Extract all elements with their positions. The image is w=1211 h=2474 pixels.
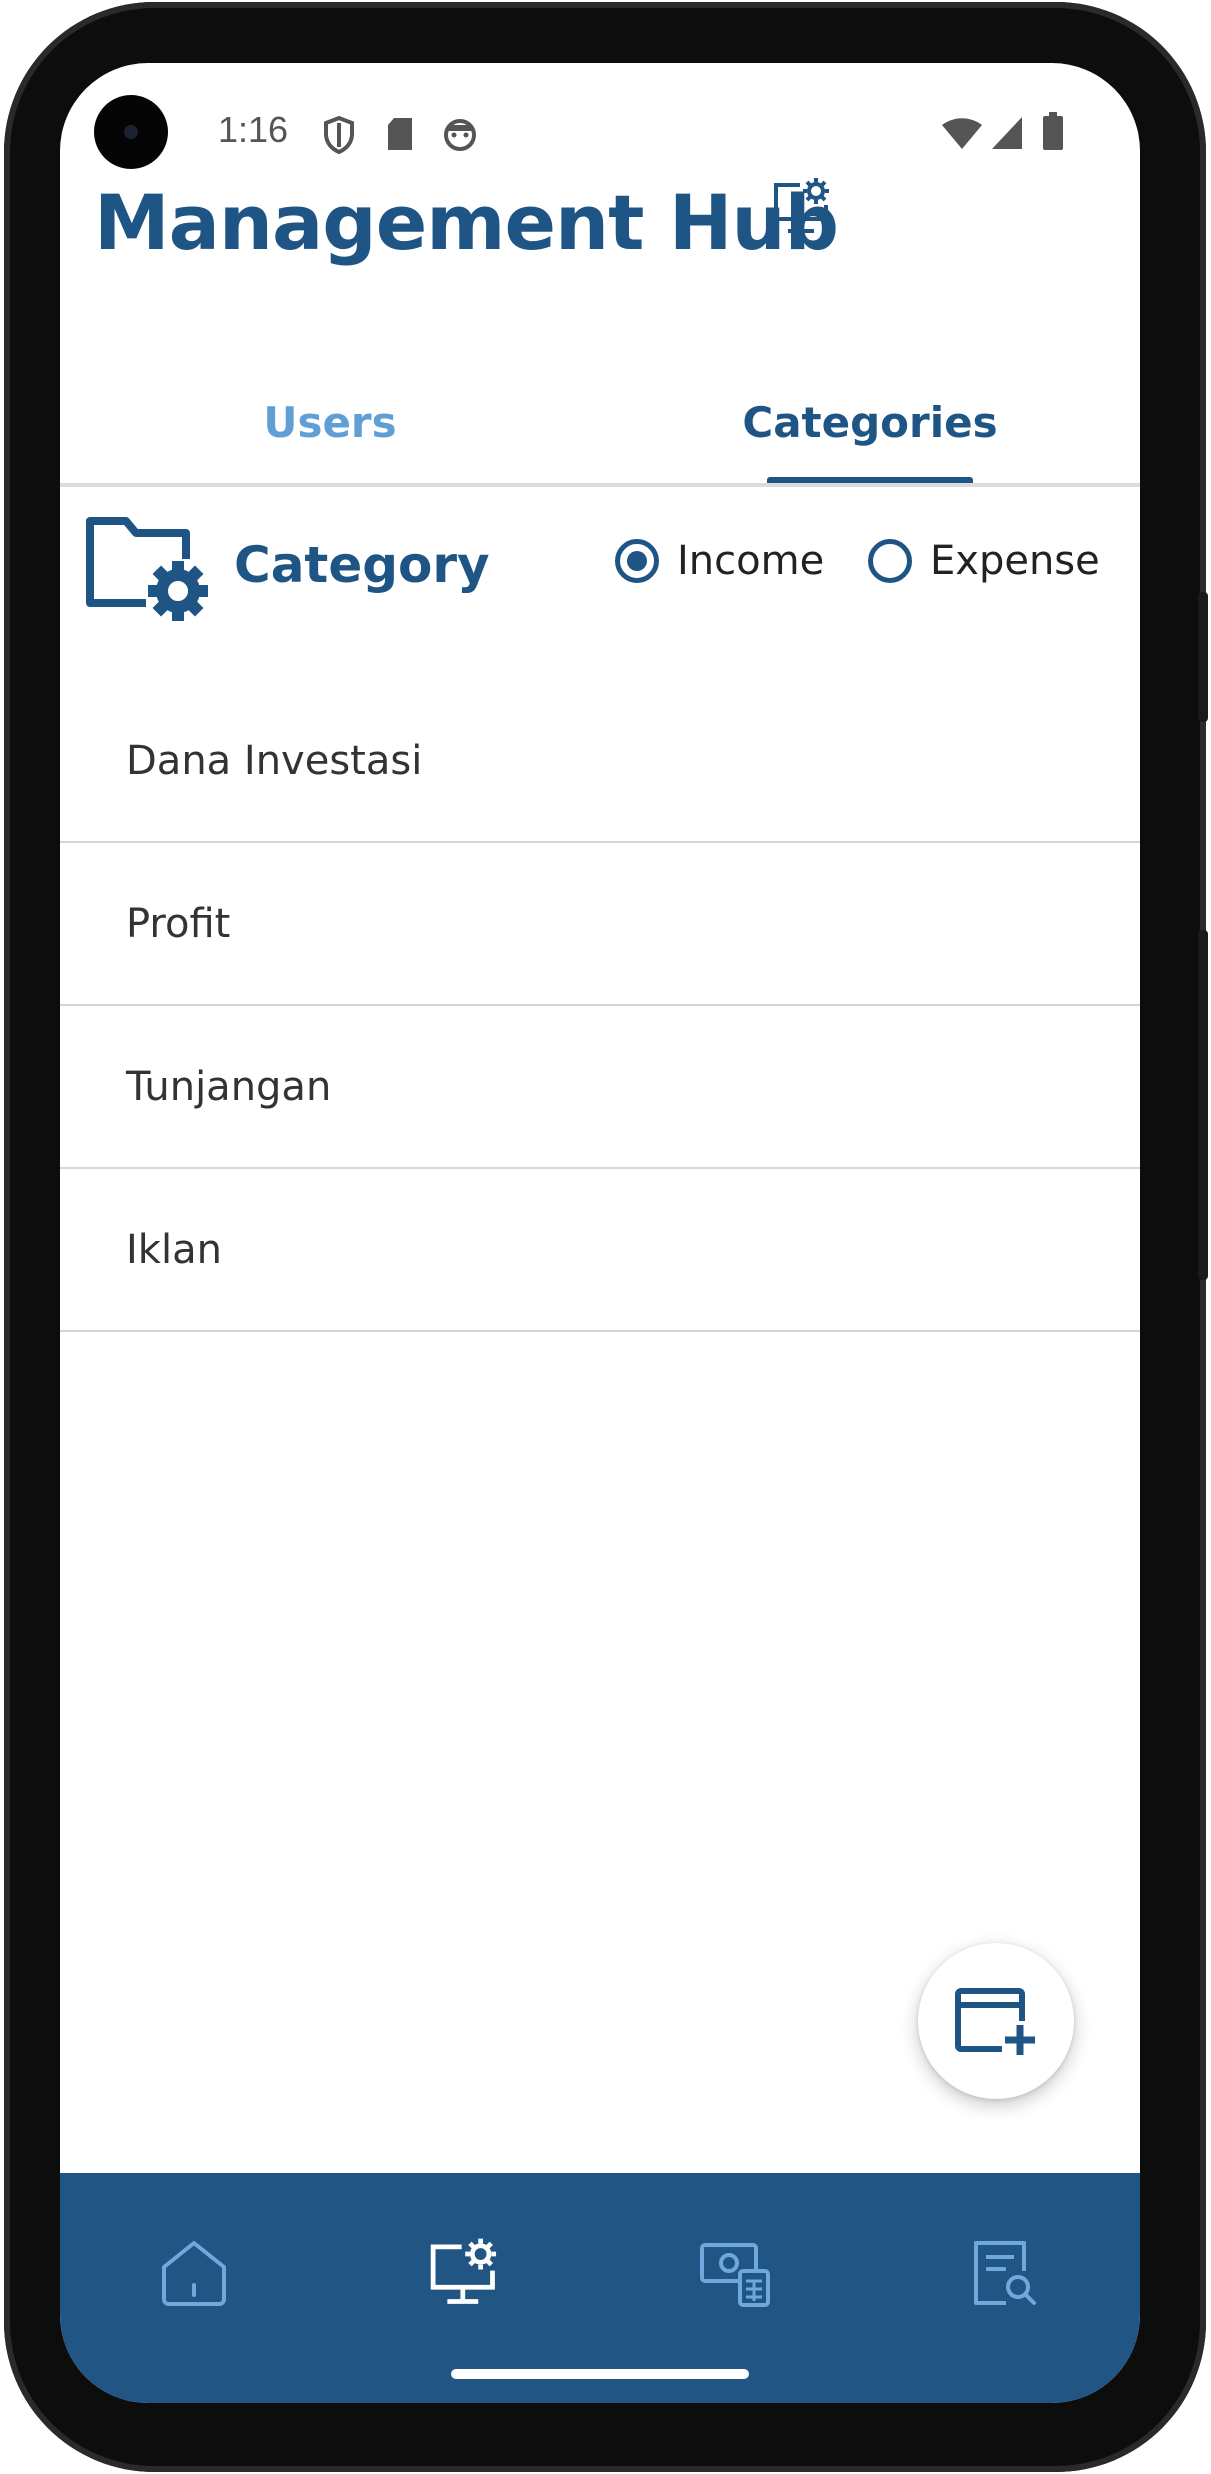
list-item[interactable]: Dana Investasi (60, 680, 1140, 843)
radio-expense-label: Expense (930, 538, 1100, 584)
tab-bar: Users Categories (60, 363, 1140, 487)
battery-icon (1043, 112, 1063, 150)
home-icon (162, 2241, 226, 2306)
status-time: 1:16 (218, 109, 289, 150)
monitor-gear-icon (430, 2238, 497, 2304)
wifi-icon (942, 118, 982, 149)
nav-transactions[interactable] (686, 2223, 786, 2323)
add-window-icon (955, 1988, 1038, 2057)
category-heading: Category (234, 536, 490, 594)
tab-categories[interactable]: Categories (600, 363, 1140, 481)
volume-button (1198, 930, 1208, 1280)
power-button (1198, 592, 1208, 722)
signal-icon (992, 117, 1022, 149)
nav-home[interactable] (144, 2223, 244, 2323)
nav-management[interactable] (414, 2223, 514, 2323)
radio-expense-indicator[interactable] (868, 539, 912, 583)
monitor-gear-icon (774, 178, 829, 233)
radio-income-label: Income (677, 538, 825, 584)
money-calculator-icon (700, 2243, 770, 2307)
bottom-navigation (60, 2173, 1140, 2403)
radio-income-indicator[interactable] (615, 539, 659, 583)
app-screen: 1:16 Management Hub Users Categories Cat… (60, 63, 1140, 2403)
shield-icon (324, 115, 354, 155)
front-camera (94, 95, 168, 169)
radio-expense[interactable]: Expense (868, 538, 1100, 584)
android-face-icon (444, 119, 476, 151)
sd-card-icon (388, 118, 412, 150)
radio-income[interactable]: Income (615, 538, 824, 584)
tab-divider (60, 483, 1140, 487)
page-title: Management Hub (94, 178, 839, 267)
add-category-button[interactable] (918, 1943, 1074, 2099)
gesture-home-bar[interactable] (451, 2369, 749, 2379)
category-list: Dana Investasi Profit Tunjangan Iklan (60, 680, 1140, 1332)
list-item[interactable]: Profit (60, 843, 1140, 1006)
tab-users[interactable]: Users (60, 363, 600, 481)
phone-frame: 1:16 Management Hub Users Categories Cat… (0, 0, 1211, 2474)
list-item[interactable]: Iklan (60, 1169, 1140, 1332)
folder-gear-icon (86, 517, 208, 621)
nav-reports[interactable] (954, 2223, 1054, 2323)
list-item[interactable]: Tunjangan (60, 1006, 1140, 1169)
report-search-icon (974, 2241, 1036, 2305)
